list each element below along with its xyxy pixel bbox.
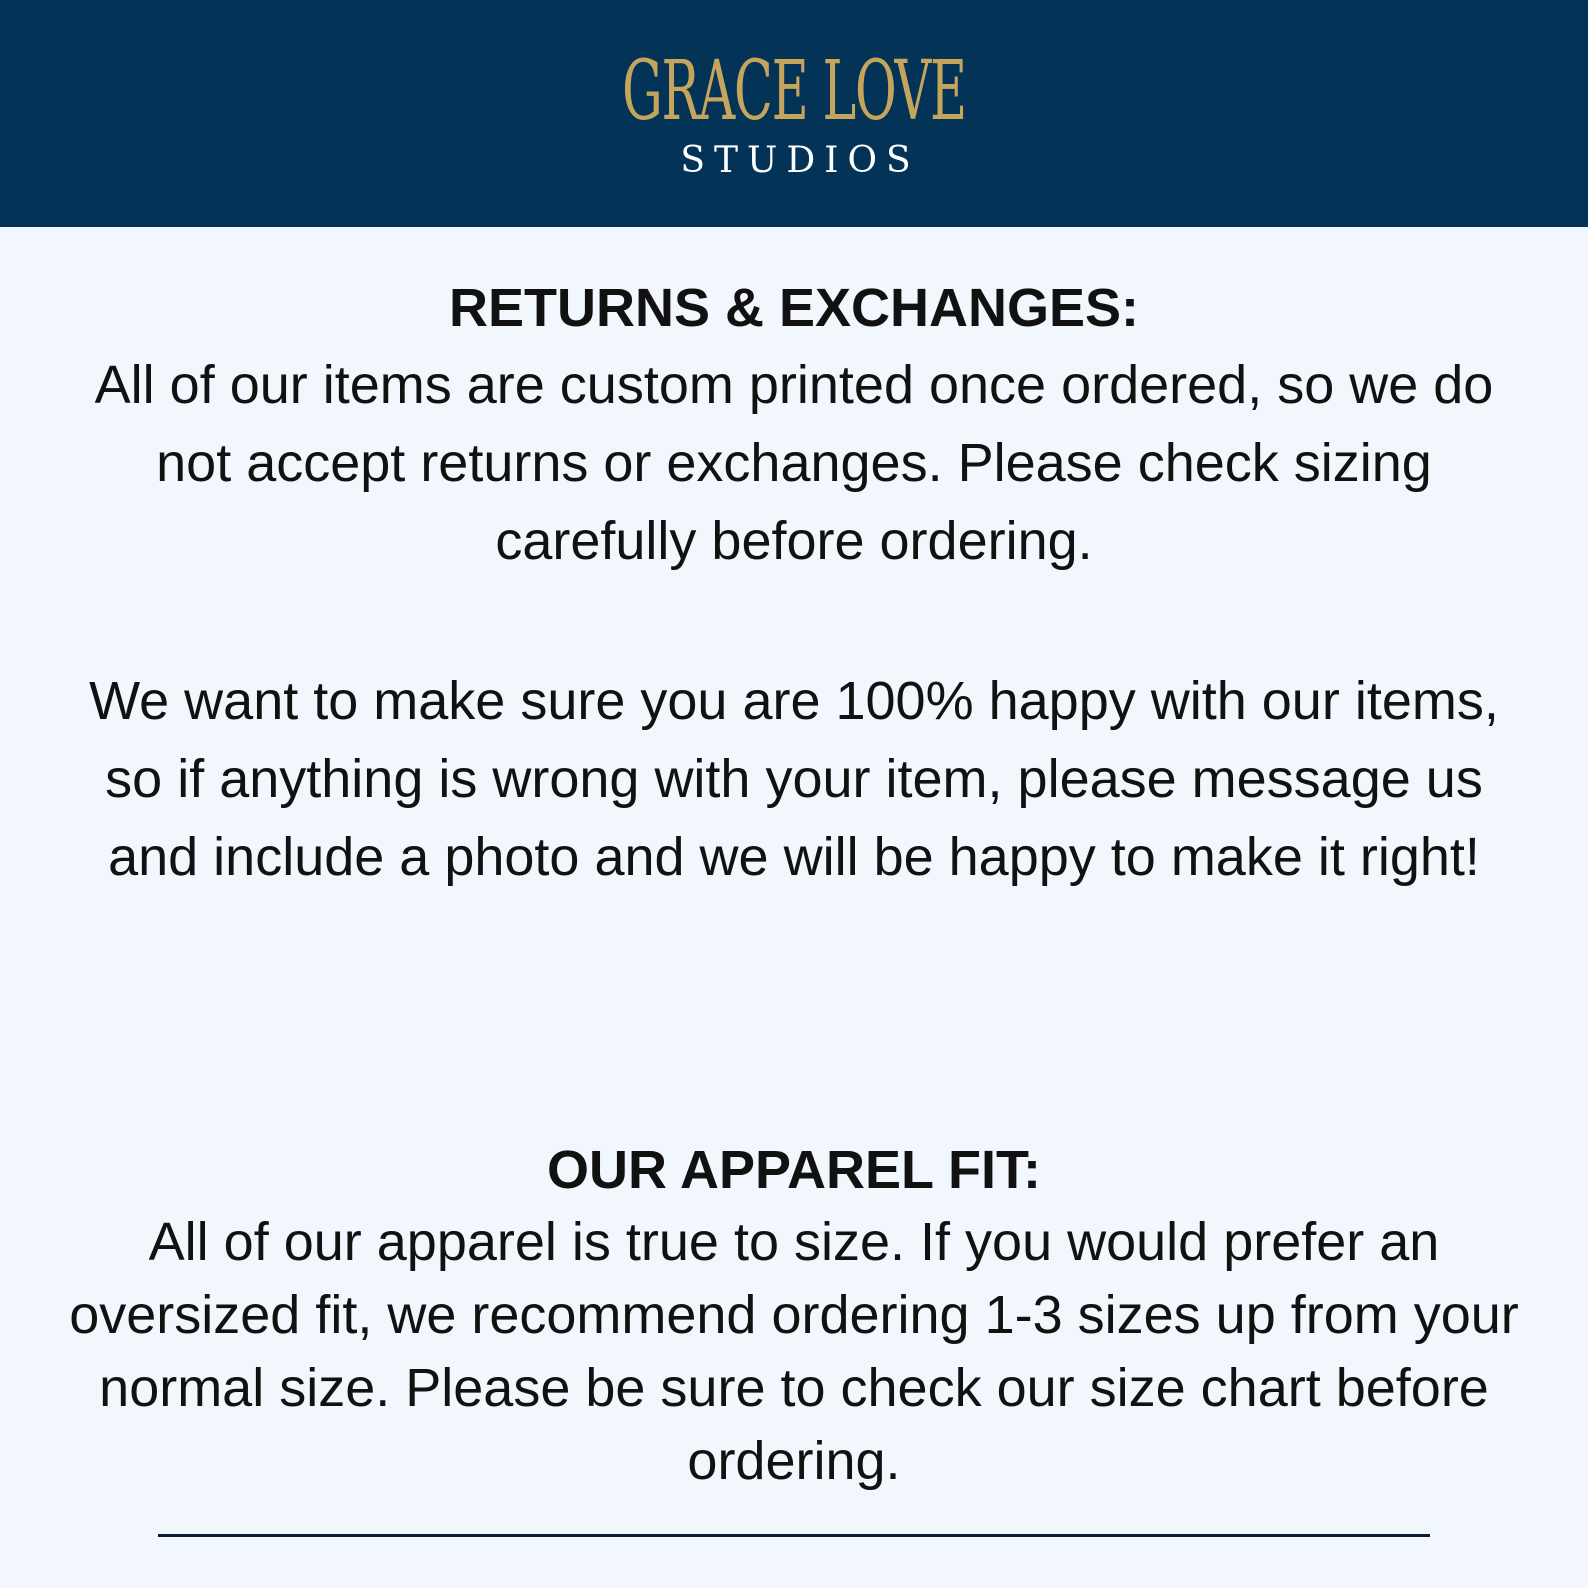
header-banner: GRACE LOVE STUDIOS (0, 0, 1588, 227)
fit-heading: OUR APPAREL FIT: (546, 1140, 1041, 1200)
brand-logo: GRACE LOVE STUDIOS (0, 0, 1588, 227)
fit-text: All of our apparel is true to size. If y… (69, 1212, 1519, 1491)
brand-subtitle: STUDIOS (680, 140, 920, 181)
returns-policy-text: All of our items are custom printed once… (94, 355, 1494, 571)
satisfaction-text: We want to make sure you are 100% happy … (89, 671, 1499, 887)
brand-name: GRACE LOVE (622, 44, 967, 139)
returns-heading: RETURNS & EXCHANGES: (448, 278, 1140, 338)
divider-line (158, 1534, 1430, 1537)
